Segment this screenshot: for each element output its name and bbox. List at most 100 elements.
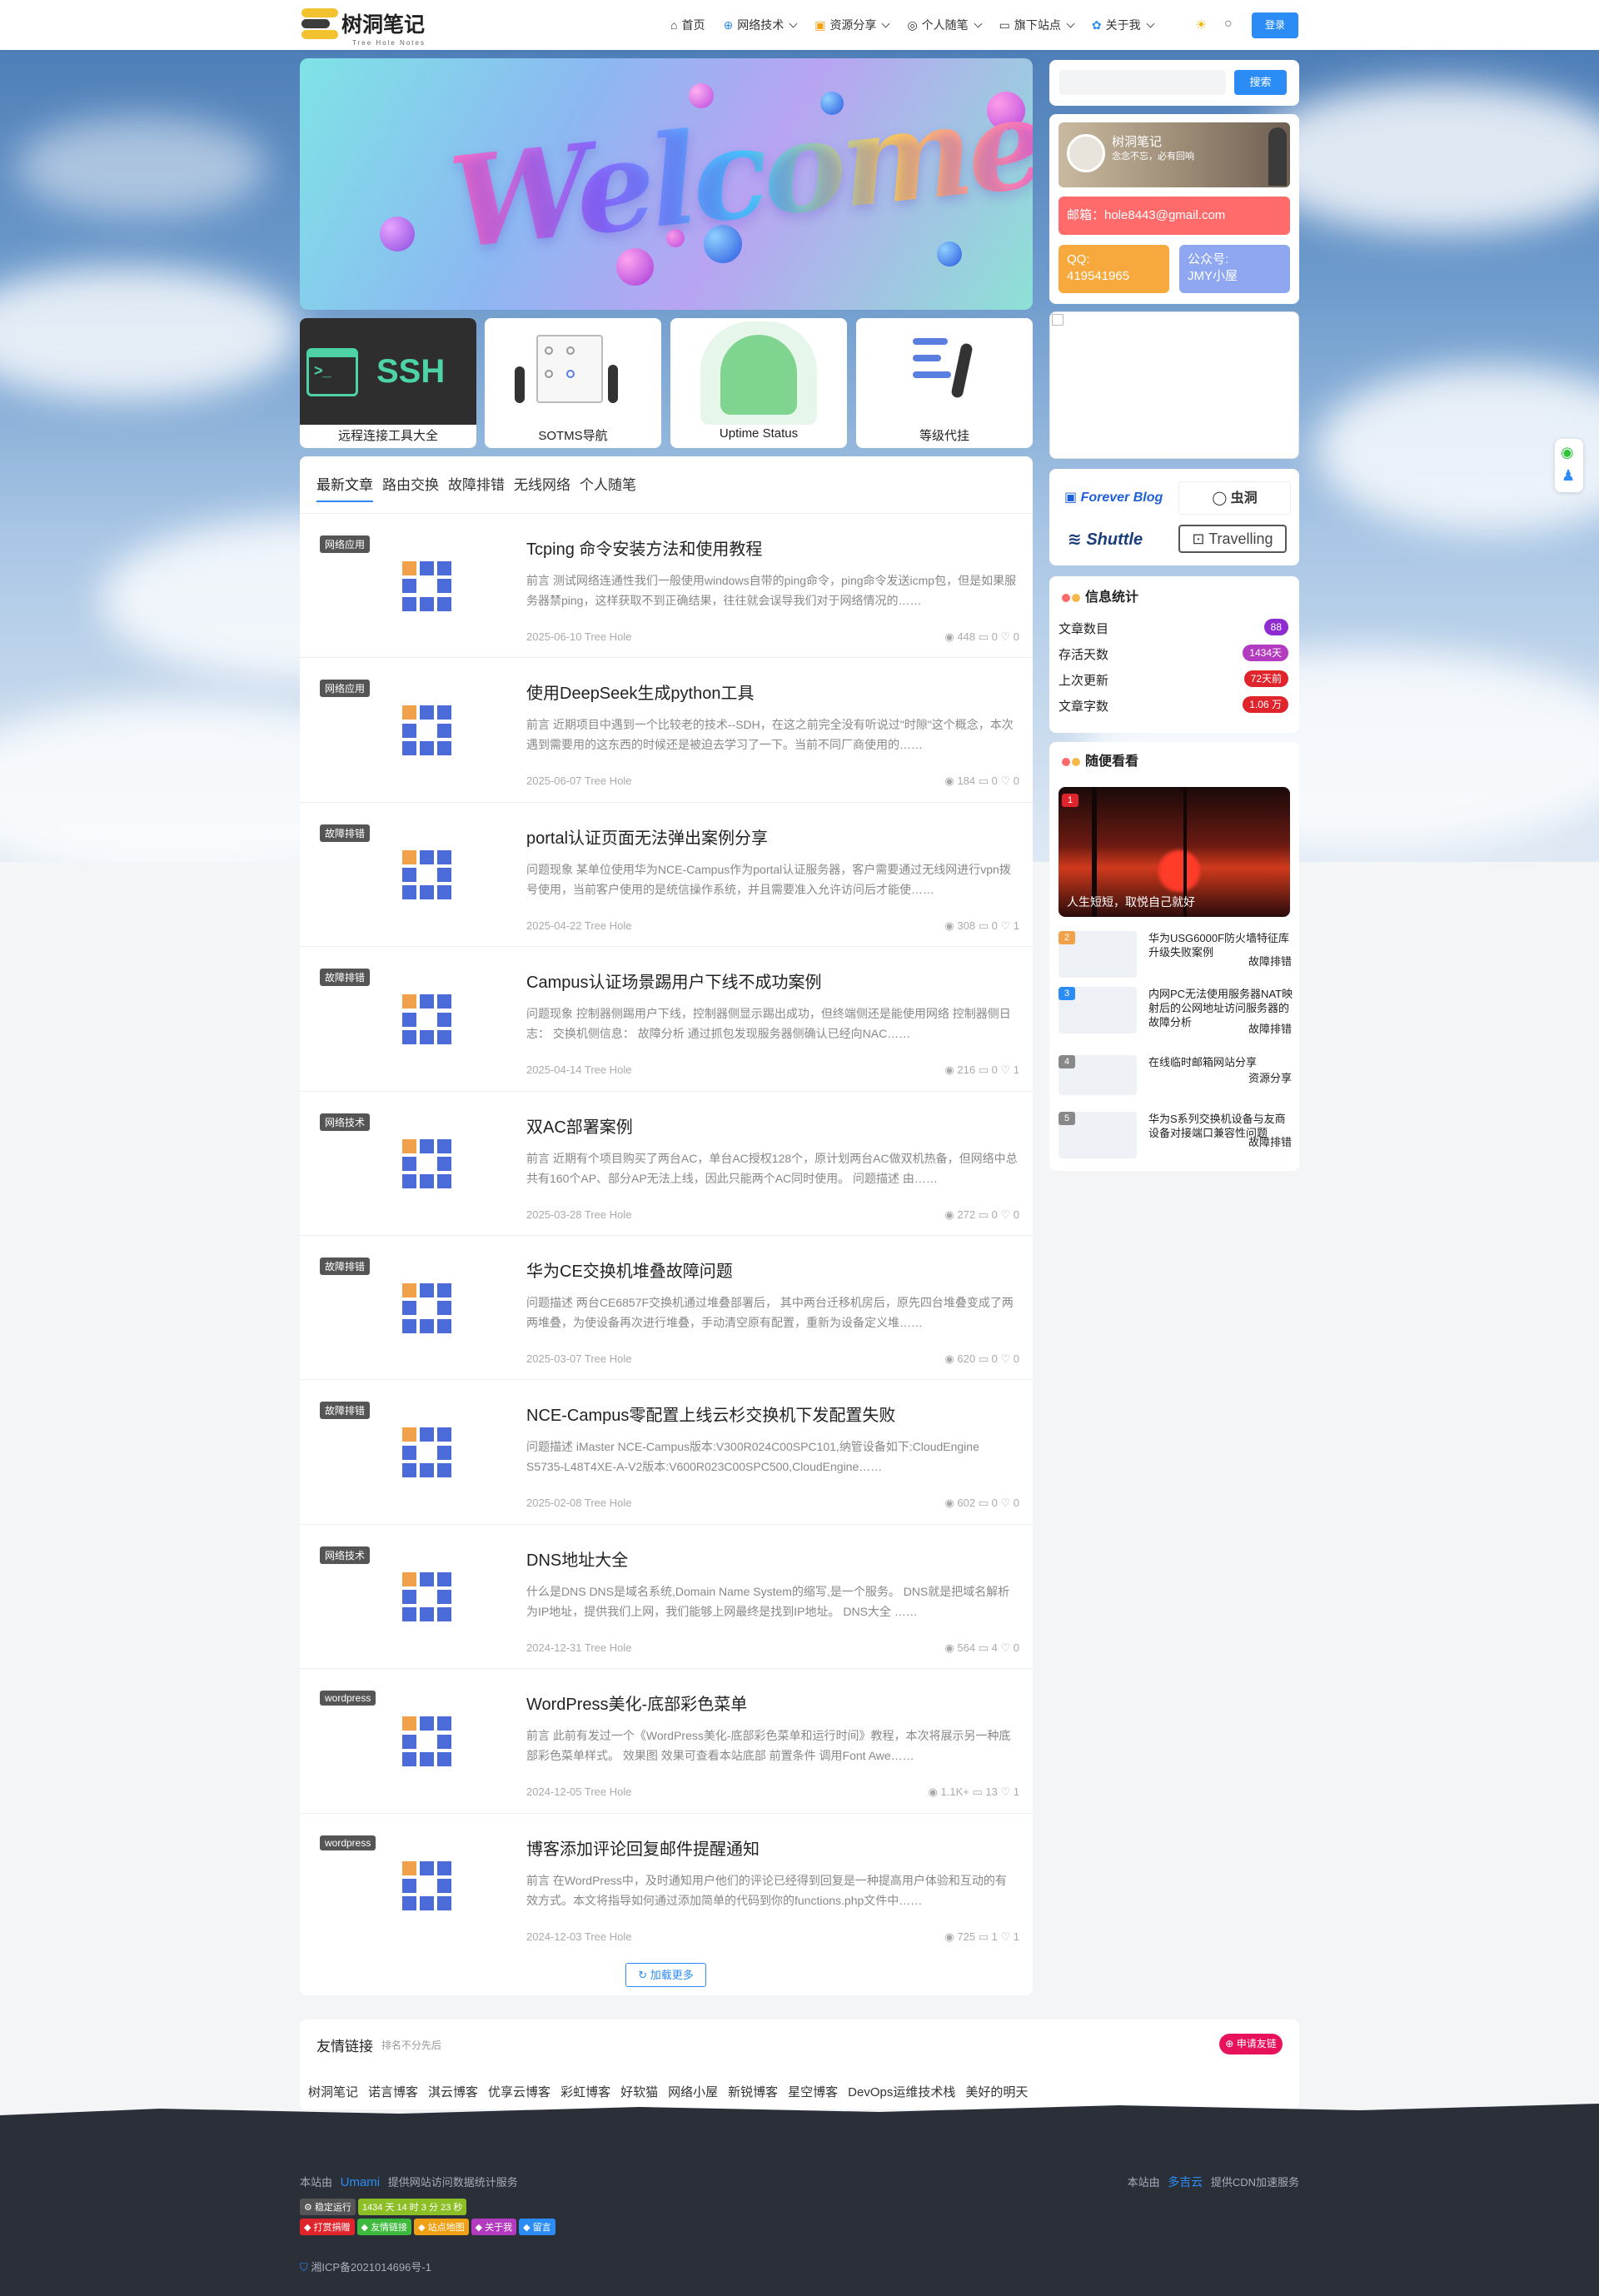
post-author[interactable]: Tree Hole xyxy=(585,1352,632,1365)
nav-essays[interactable]: ◎ 个人随笔 xyxy=(907,17,983,33)
tab-troubleshoot[interactable]: 故障排错 xyxy=(448,473,505,502)
random-item-category[interactable]: 故障排错 xyxy=(1248,953,1292,969)
post-item[interactable]: 网络技术 双AC部署案例 前言 近期有个项目购买了两台AC，单台AC授权128个，原… xyxy=(300,1090,1033,1235)
sponsor-wormhole[interactable]: ◯ 虫洞 xyxy=(1178,481,1291,515)
nav-about[interactable]: ✿ 关于我 xyxy=(1092,17,1155,33)
profile-wechat[interactable]: 公众号: JMY小屋 xyxy=(1179,245,1290,293)
welcome-banner[interactable]: Welcome xyxy=(300,58,1033,310)
friend-link[interactable]: 星空博客 xyxy=(788,2083,838,2100)
friend-link[interactable]: DevOps运维技术栈 xyxy=(848,2083,955,2100)
search-icon[interactable]: ○ xyxy=(1224,17,1233,32)
friend-link[interactable]: 诺言博客 xyxy=(368,2083,418,2100)
umami-link[interactable]: Umami xyxy=(341,2175,381,2189)
footer-menu-item[interactable]: ◆ 关于我 xyxy=(471,2219,517,2235)
random-item[interactable]: 4 在线临时邮箱网站分享 资源分享 xyxy=(1059,1055,1292,1095)
profile-qq[interactable]: QQ: 419541965 xyxy=(1059,245,1169,293)
post-author[interactable]: Tree Hole xyxy=(585,1930,632,1943)
category-badge[interactable]: 网络技术 xyxy=(320,1113,371,1131)
footer-menu-item[interactable]: ◆ 站点地图 xyxy=(414,2219,469,2235)
post-item[interactable]: 网络应用 Tcping 命令安装方法和使用教程 前言 测试网络连通性我们一般使用wi… xyxy=(300,513,1033,657)
site-logo[interactable]: 树洞笔记 Tree Hole Notes xyxy=(301,7,425,47)
nav-sites[interactable]: ▭ 旗下站点 xyxy=(999,17,1075,33)
post-item[interactable]: wordpress 博客添加评论回复邮件提醒通知 前言 在WordPress中，及时… xyxy=(300,1812,1033,1957)
doge-cloud-link[interactable]: 多吉云 xyxy=(1168,2175,1203,2189)
sidebar-search-button[interactable]: 搜索 xyxy=(1234,70,1287,95)
category-badge[interactable]: 故障排错 xyxy=(320,1402,371,1420)
nav-home[interactable]: ⌂ 首页 xyxy=(670,17,705,33)
apply-friend-link-button[interactable]: ⊕ 申请友链 xyxy=(1219,2034,1283,2054)
random-item[interactable]: 3 内网PC无法使用服务器NAT映射后的公网地址访问服务器的故障分析 故障排错 xyxy=(1059,987,1293,1035)
category-badge[interactable]: 网络应用 xyxy=(320,680,371,698)
post-item[interactable]: 网络技术 DNS地址大全 什么是DNS DNS是域名系统,Domain Name S… xyxy=(300,1523,1033,1668)
category-badge[interactable]: 网络技术 xyxy=(320,1546,371,1564)
friend-link[interactable]: 网络小屋 xyxy=(668,2083,718,2100)
avatar[interactable] xyxy=(1067,134,1105,172)
post-author[interactable]: Tree Hole xyxy=(585,774,632,787)
tab-wireless[interactable]: 无线网络 xyxy=(514,473,570,502)
random-item[interactable]: 5 华为S系列交换机设备与友商设备对接端口兼容性问题 故障排错 xyxy=(1059,1112,1292,1158)
post-author[interactable]: Tree Hole xyxy=(585,1208,632,1221)
quick-link-ssh[interactable]: >_ SSH 远程连接工具大全 xyxy=(300,318,476,448)
footer-menu-item[interactable]: ◆ 友情链接 xyxy=(356,2219,412,2235)
nav-resources[interactable]: ▣ 资源分享 xyxy=(814,17,890,33)
friend-link[interactable]: 彩虹博客 xyxy=(560,2083,610,2100)
category-badge[interactable]: 网络应用 xyxy=(320,535,371,553)
profile-email[interactable]: 邮箱：hole8443@gmail.com xyxy=(1059,197,1290,235)
post-title[interactable]: 华为CE交换机堆叠故障问题 xyxy=(526,1258,733,1282)
post-title[interactable]: 双AC部署案例 xyxy=(526,1113,633,1138)
qq-icon[interactable]: ♟ xyxy=(1562,467,1575,485)
tab-essays[interactable]: 个人随笔 xyxy=(580,473,636,502)
post-item[interactable]: 网络应用 使用DeepSeek生成python工具 前言 近期项目中遇到一个比较老的… xyxy=(300,657,1033,802)
random-item[interactable]: 2 华为USG6000F防火墙特征库升级失败案例 故障排错 xyxy=(1059,931,1292,978)
post-item[interactable]: 故障排错 Campus认证场景踢用户下线不成功案例 问题现象 控制器侧踢用户下线，控… xyxy=(300,946,1033,1091)
sun-icon[interactable]: ☀ xyxy=(1195,17,1207,33)
friend-link[interactable]: 优享云博客 xyxy=(488,2083,550,2100)
friend-link[interactable]: 树洞笔记 xyxy=(308,2083,358,2100)
post-author[interactable]: Tree Hole xyxy=(585,1063,632,1076)
post-title[interactable]: DNS地址大全 xyxy=(526,1546,628,1571)
random-item-category[interactable]: 故障排错 xyxy=(1248,1020,1292,1036)
friend-link[interactable]: 美好的明天 xyxy=(965,2083,1028,2100)
post-title[interactable]: Campus认证场景踢用户下线不成功案例 xyxy=(526,969,821,993)
post-author[interactable]: Tree Hole xyxy=(585,630,632,643)
category-badge[interactable]: wordpress xyxy=(320,1835,376,1850)
tab-latest[interactable]: 最新文章 xyxy=(316,473,373,502)
random-item-category[interactable]: 故障排错 xyxy=(1248,1133,1292,1149)
tab-routing[interactable]: 路由交换 xyxy=(382,473,439,502)
category-badge[interactable]: 故障排错 xyxy=(320,1258,371,1275)
post-item[interactable]: wordpress WordPress美化-底部彩色菜单 前言 此前有发过一个《Wo… xyxy=(300,1668,1033,1813)
post-title[interactable]: WordPress美化-底部彩色菜单 xyxy=(526,1691,747,1715)
sponsor-forever-blog[interactable]: ▣ Forever Blog xyxy=(1059,481,1172,515)
friend-link[interactable]: 好软猫 xyxy=(620,2083,658,2100)
random-item-category[interactable]: 资源分享 xyxy=(1248,1069,1292,1085)
random-hero[interactable]: 1 人生短短，取悦自己就好 xyxy=(1059,787,1290,917)
post-author[interactable]: Tree Hole xyxy=(585,1641,632,1654)
category-badge[interactable]: wordpress xyxy=(320,1691,376,1706)
quick-link-level[interactable]: 等级代挂 xyxy=(856,318,1033,448)
footer-menu-item[interactable]: ◆ 打赏捐赠 xyxy=(300,2219,355,2235)
icp-line[interactable]: ⛉ 湘ICP备2021014696号-1 xyxy=(300,2259,431,2274)
category-badge[interactable]: 故障排错 xyxy=(320,824,371,842)
post-title[interactable]: portal认证页面无法弹出案例分享 xyxy=(526,824,768,849)
post-title[interactable]: Tcping 命令安装方法和使用教程 xyxy=(526,535,762,560)
sponsor-travelling[interactable]: ⊡ Travelling xyxy=(1178,525,1287,553)
post-author[interactable]: Tree Hole xyxy=(585,1497,632,1509)
wechat-icon[interactable]: ◉ xyxy=(1561,444,1574,461)
quick-link-sotms[interactable]: SOTMS导航 xyxy=(485,318,661,448)
post-author[interactable]: Tree Hole xyxy=(585,1786,632,1798)
post-item[interactable]: 故障排错 华为CE交换机堆叠故障问题 问题描述 两台CE6857F交换机通过堆叠部署… xyxy=(300,1235,1033,1379)
login-button[interactable]: 登录 xyxy=(1252,12,1298,38)
quick-link-uptime[interactable]: Uptime Status xyxy=(670,318,847,448)
category-badge[interactable]: 故障排错 xyxy=(320,969,371,987)
post-title[interactable]: NCE-Campus零配置上线云杉交换机下发配置失败 xyxy=(526,1402,895,1426)
sponsor-shuttle[interactable]: ≋ Shuttle xyxy=(1059,523,1172,556)
sidebar-search-input[interactable] xyxy=(1059,70,1226,95)
load-more-button[interactable]: ↻ 加载更多 xyxy=(625,1963,706,1987)
post-title[interactable]: 使用DeepSeek生成python工具 xyxy=(526,680,754,704)
friend-link[interactable]: 淇云博客 xyxy=(428,2083,478,2100)
post-item[interactable]: 故障排错 portal认证页面无法弹出案例分享 问题现象 某单位使用华为NCE-Ca… xyxy=(300,801,1033,946)
footer-menu-item[interactable]: ◆ 留言 xyxy=(519,2219,555,2235)
friend-link[interactable]: 新锐博客 xyxy=(728,2083,778,2100)
post-title[interactable]: 博客添加评论回复邮件提醒通知 xyxy=(526,1835,760,1860)
post-author[interactable]: Tree Hole xyxy=(585,919,632,932)
